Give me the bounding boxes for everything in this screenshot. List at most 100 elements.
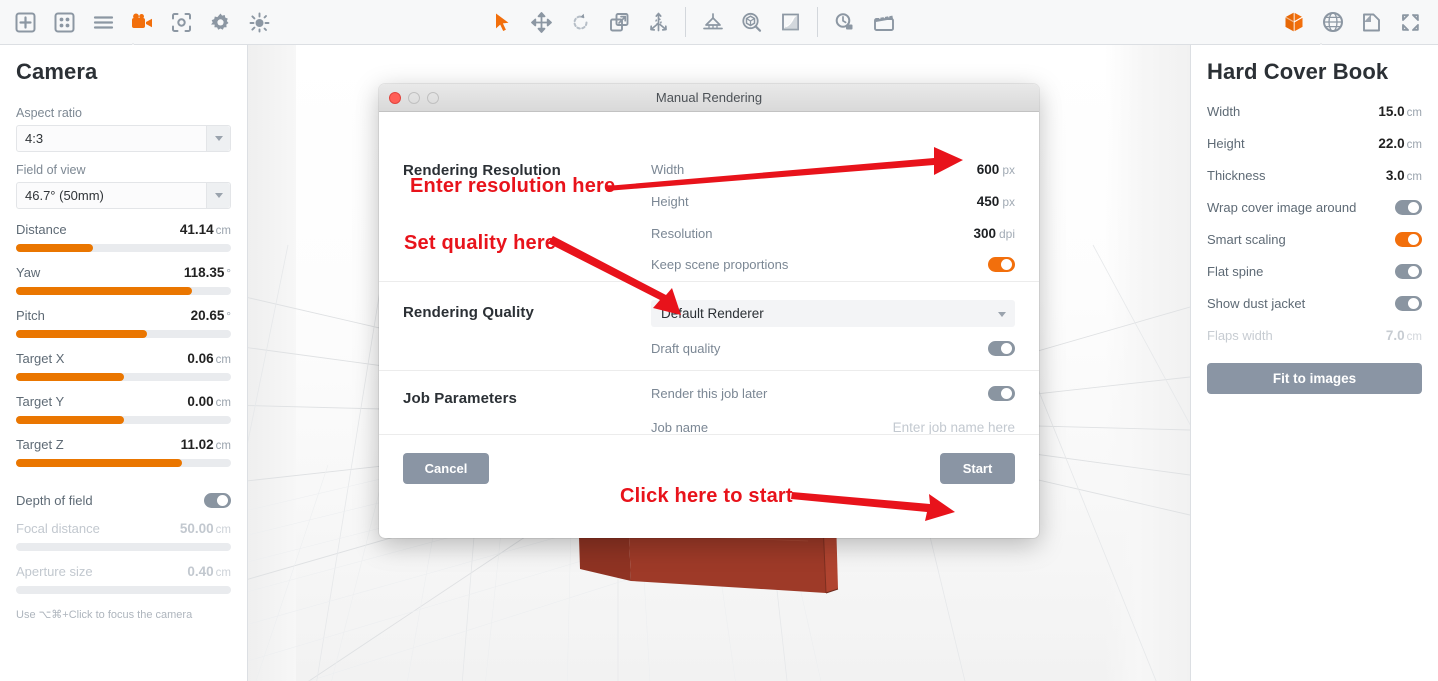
draft-quality-label: Draft quality <box>651 340 721 356</box>
dialog-body: Rendering Resolution Width 600 px Height … <box>379 112 1039 506</box>
environment-icon[interactable] <box>734 5 769 40</box>
dialog-titlebar[interactable]: Manual Rendering <box>379 84 1039 112</box>
depth-of-field-label: Depth of field <box>16 493 93 508</box>
focus-frame-icon[interactable] <box>164 5 199 40</box>
slider-label: Target Z <box>16 437 64 452</box>
grid-items-icon[interactable] <box>47 5 82 40</box>
render-later-toggle[interactable] <box>988 385 1015 401</box>
slider-row: Yaw 118.35 ° <box>16 265 231 280</box>
toolbar-view-group <box>1274 0 1438 45</box>
toolbar-transform-group <box>483 0 678 45</box>
start-button[interactable]: Start <box>940 453 1015 484</box>
wrap-cover-toggle[interactable] <box>1395 199 1422 215</box>
spotlight-icon[interactable] <box>695 5 730 40</box>
wrap-cover-row: Wrap cover image around <box>1207 191 1422 223</box>
smart-scaling-toggle[interactable] <box>1395 231 1422 247</box>
slider-value: 20.65 ° <box>190 308 231 323</box>
page-image-icon[interactable] <box>1354 5 1389 40</box>
renderer-select[interactable]: Default Renderer <box>651 300 1015 327</box>
cube-icon[interactable] <box>1276 5 1311 40</box>
dialog-divider-1 <box>379 281 1039 282</box>
annotation-enter-resolution: Enter resolution here <box>410 175 616 197</box>
draft-quality-toggle[interactable] <box>988 340 1015 356</box>
width-row[interactable]: Width 600 px <box>651 158 1015 180</box>
height-row: Height 22.0 cm <box>1207 127 1422 159</box>
field-of-view-select[interactable]: 46.7° (50mm) <box>16 182 231 209</box>
slider-row: Target X 0.06 cm <box>16 351 231 366</box>
smart-scaling-label: Smart scaling <box>1207 231 1286 247</box>
render-later-row: Render this job later <box>651 382 1015 404</box>
depth-of-field-toggle[interactable] <box>204 493 231 508</box>
draft-quality-row: Draft quality <box>651 337 1015 359</box>
focal-distance-label: Focal distance <box>16 521 100 536</box>
resolution-value: 300 dpi <box>973 225 1015 241</box>
aperture-size-slider <box>16 586 231 594</box>
keep-proportions-label: Keep scene proportions <box>651 256 789 272</box>
thickness-label: Thickness <box>1207 167 1266 183</box>
slider-row: Distance 41.14 cm <box>16 222 231 237</box>
material-icon[interactable] <box>773 5 808 40</box>
fit-to-images-button[interactable]: Fit to images <box>1207 363 1422 394</box>
flaps-width-row: Flaps width 7.0 cm <box>1207 319 1422 351</box>
slider-label: Target Y <box>16 394 65 409</box>
scale-icon[interactable] <box>602 5 637 40</box>
list-menu-icon[interactable] <box>86 5 121 40</box>
dust-jacket-label: Show dust jacket <box>1207 295 1306 311</box>
left-panel-body: Aspect ratio 4:3 Field of view 46.7° (50… <box>0 91 247 594</box>
cursor-select-icon[interactable] <box>485 5 520 40</box>
yaw-slider[interactable] <box>16 287 231 295</box>
light-icon[interactable] <box>242 5 277 40</box>
animation-clapper-icon[interactable] <box>866 5 901 40</box>
aperture-size-row: Aperture size 0.40 cm <box>16 564 231 579</box>
smart-scaling-row: Smart scaling <box>1207 223 1422 255</box>
dialog-divider-2 <box>379 370 1039 371</box>
wrap-cover-label: Wrap cover image around <box>1207 199 1357 215</box>
camera-focus-hint: Use ⌥⌘+Click to focus the camera <box>16 609 193 621</box>
chevron-down-icon[interactable] <box>206 126 230 151</box>
page-title: Camera <box>16 59 98 84</box>
move-icon[interactable] <box>524 5 559 40</box>
toolbar-left-group <box>0 0 279 45</box>
aspect-ratio-value: 4:3 <box>25 131 44 146</box>
job-name-label: Job name <box>651 419 709 435</box>
chevron-down-icon[interactable] <box>206 183 230 208</box>
toolbar-divider-2 <box>817 7 818 37</box>
distance-slider[interactable] <box>16 244 231 252</box>
app-window: Camera Aspect ratio 4:3 Field of view 46… <box>0 0 1438 681</box>
width-label: Width <box>1207 103 1241 119</box>
target-z-slider[interactable] <box>16 459 231 467</box>
focal-distance-value: 50.00 cm <box>179 521 231 536</box>
render-time-icon[interactable] <box>827 5 862 40</box>
aspect-ratio-label: Aspect ratio <box>16 106 83 120</box>
dialog-title: Manual Rendering <box>655 90 763 105</box>
target-x-slider[interactable] <box>16 373 231 381</box>
add-icon[interactable] <box>8 5 43 40</box>
aspect-ratio-select[interactable]: 4:3 <box>16 125 231 152</box>
left-panel: Camera Aspect ratio 4:3 Field of view 46… <box>0 45 248 681</box>
sphere-wire-icon[interactable] <box>1315 5 1350 40</box>
width-label: Width <box>651 161 685 177</box>
thickness-value: 3.0 cm <box>1385 167 1422 183</box>
fullscreen-icon[interactable] <box>1393 5 1428 40</box>
field-of-view-label: Field of view <box>16 163 86 177</box>
height-value: 450 px <box>976 193 1015 209</box>
slider-value: 0.06 cm <box>187 351 231 366</box>
dust-jacket-toggle[interactable] <box>1395 295 1422 311</box>
pitch-slider[interactable] <box>16 330 231 338</box>
gear-icon[interactable] <box>203 5 238 40</box>
rotate-icon[interactable] <box>563 5 598 40</box>
flat-spine-toggle[interactable] <box>1395 263 1422 279</box>
target-y-slider[interactable] <box>16 416 231 424</box>
height-row[interactable]: Height 450 px <box>651 190 1015 212</box>
cancel-button[interactable]: Cancel <box>403 453 489 484</box>
distribute-icon[interactable] <box>641 5 676 40</box>
keep-proportions-row: Keep scene proportions <box>651 253 1015 275</box>
job-name-input[interactable]: Enter job name here <box>893 420 1015 435</box>
resolution-row[interactable]: Resolution 300 dpi <box>651 222 1015 244</box>
height-value: 22.0 cm <box>1378 135 1422 151</box>
slider-value: 118.35 ° <box>183 265 231 280</box>
slider-value: 41.14 cm <box>179 222 231 237</box>
camera-icon[interactable] <box>125 5 160 40</box>
object-title: Hard Cover Book <box>1207 59 1389 84</box>
keep-proportions-toggle[interactable] <box>988 256 1015 272</box>
